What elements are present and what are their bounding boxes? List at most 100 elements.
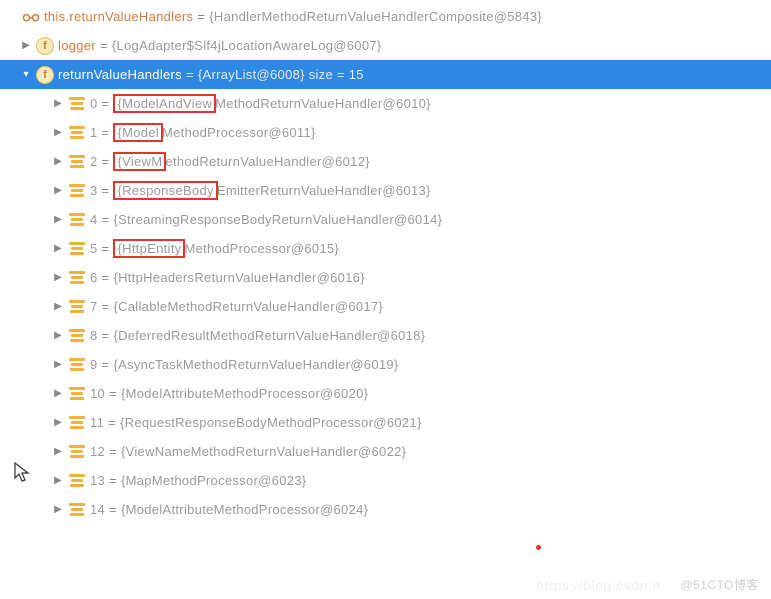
equals: = bbox=[108, 415, 116, 430]
highlighted-value-part: {ModelAndView bbox=[113, 94, 216, 113]
expand-arrow-icon[interactable]: ▶ bbox=[50, 504, 66, 515]
equals: = bbox=[102, 299, 110, 314]
expand-arrow-icon[interactable]: ▶ bbox=[50, 475, 66, 486]
tree-row-logger[interactable]: ▶ f logger = {LogAdapter$Slf4jLocationAw… bbox=[0, 31, 771, 60]
var-value: MethodProcessor@6011} bbox=[162, 125, 316, 140]
tree-row-item-11[interactable]: ▶11 = {RequestResponseBodyMethodProcesso… bbox=[0, 408, 771, 437]
tree-label: 8 = {DeferredResultMethodReturnValueHand… bbox=[90, 328, 425, 343]
tree-row-item-14[interactable]: ▶ 14 = {ModelAttributeMethodProcessor@602… bbox=[0, 495, 771, 524]
array-index: 11 bbox=[90, 415, 104, 430]
expand-arrow-icon[interactable]: ▶ bbox=[50, 156, 66, 167]
tree-row-item-9[interactable]: ▶ 9 = {AsyncTaskMethodReturnValueHandler@… bbox=[0, 350, 771, 379]
array-element-icon bbox=[68, 356, 86, 374]
tree-row-returnValueHandlers[interactable]: ▾ f returnValueHandlers = {ArrayList@600… bbox=[0, 60, 771, 89]
expand-arrow-icon[interactable]: ▶ bbox=[50, 417, 66, 428]
expand-arrow-icon[interactable]: ▶ bbox=[50, 330, 66, 341]
expand-arrow-icon[interactable]: ▶ bbox=[50, 272, 66, 283]
highlighted-value-part: {ViewM bbox=[113, 152, 166, 171]
array-index: 4 bbox=[90, 212, 98, 227]
tree-row-item-5[interactable]: ▶5 = {HttpEntityMethodProcessor@6015} bbox=[0, 234, 771, 263]
expand-arrow-icon[interactable]: ▶ bbox=[50, 214, 66, 225]
var-value: {ViewNameMethodReturnValueHandler@6022} bbox=[121, 444, 406, 459]
tree-row-item-0[interactable]: ▶ 0 = {ModelAndViewMethodReturnValueHandl… bbox=[0, 89, 771, 118]
equals: = bbox=[102, 212, 110, 227]
tree-label: 7 = {CallableMethodReturnValueHandler@60… bbox=[90, 299, 383, 314]
equals: = bbox=[102, 183, 110, 198]
tree-label: 3 = {ResponseBodyEmitterReturnValueHandl… bbox=[90, 181, 431, 200]
tree-label: 0 = {ModelAndViewMethodReturnValueHandle… bbox=[90, 94, 431, 113]
array-element-icon bbox=[68, 211, 86, 229]
expand-arrow-icon[interactable]: ▶ bbox=[50, 388, 66, 399]
field-icon: f bbox=[36, 66, 54, 84]
expand-arrow-icon[interactable]: ▶ bbox=[50, 185, 66, 196]
var-value: {ModelAttributeMethodProcessor@6020} bbox=[121, 386, 368, 401]
array-element-icon bbox=[68, 443, 86, 461]
field-icon: f bbox=[36, 37, 54, 55]
expand-arrow-icon[interactable]: ▶ bbox=[18, 40, 34, 51]
tree-row-item-12[interactable]: ▶ 12 = {ViewNameMethodReturnValueHandler@… bbox=[0, 437, 771, 466]
array-element-icon bbox=[68, 153, 86, 171]
var-value: {HandlerMethodReturnValueHandlerComposit… bbox=[209, 9, 542, 24]
var-value: {CallableMethodReturnValueHandler@6017} bbox=[113, 299, 383, 314]
tree-row-item-2[interactable]: ▶ 2 = {ViewMethodReturnValueHandler@6012} bbox=[0, 147, 771, 176]
tree-row-item-10[interactable]: ▶ 10 = {ModelAttributeMethodProcessor@602… bbox=[0, 379, 771, 408]
expand-arrow-icon[interactable]: ▶ bbox=[50, 243, 66, 254]
var-value: {StreamingResponseBodyReturnValueHandler… bbox=[113, 212, 442, 227]
var-value: EmitterReturnValueHandler@6013} bbox=[217, 183, 431, 198]
var-value: {MapMethodProcessor@6023} bbox=[121, 473, 306, 488]
array-element-icon bbox=[68, 472, 86, 490]
equals: = bbox=[102, 270, 110, 285]
red-dot bbox=[536, 545, 541, 550]
tree-label: 4 = {StreamingResponseBodyReturnValueHan… bbox=[90, 212, 442, 227]
tree-row-item-3[interactable]: ▶ 3 = {ResponseBodyEmitterReturnValueHand… bbox=[0, 176, 771, 205]
array-element-icon bbox=[68, 124, 86, 142]
array-index: 12 bbox=[90, 444, 105, 459]
expand-arrow-icon[interactable]: ▶ bbox=[50, 446, 66, 457]
tree-row-item-13[interactable]: ▶ 13 = {MapMethodProcessor@6023} bbox=[0, 466, 771, 495]
array-index: 13 bbox=[90, 473, 105, 488]
collapse-arrow-icon[interactable]: ▾ bbox=[18, 69, 34, 80]
expand-arrow-icon[interactable]: ▶ bbox=[50, 301, 66, 312]
array-index: 6 bbox=[90, 270, 98, 285]
tree-row-item-1[interactable]: ▶1 = {ModelMethodProcessor@6011} bbox=[0, 118, 771, 147]
array-index: 5 bbox=[90, 241, 98, 256]
equals: = bbox=[100, 38, 108, 53]
tree-row-item-8[interactable]: ▶ 8 = {DeferredResultMethodReturnValueHan… bbox=[0, 321, 771, 350]
tree-items-container: ▶ 0 = {ModelAndViewMethodReturnValueHandl… bbox=[0, 89, 771, 524]
tree-label: returnValueHandlers = {ArrayList@6008} s… bbox=[58, 67, 364, 82]
var-name: returnValueHandlers bbox=[69, 9, 193, 24]
expand-arrow-icon[interactable]: ▶ bbox=[50, 98, 66, 109]
equals: = bbox=[102, 357, 110, 372]
tree-label: logger = {LogAdapter$Slf4jLocationAwareL… bbox=[58, 38, 382, 53]
equals: = bbox=[109, 473, 117, 488]
expand-arrow-icon[interactable]: ▶ bbox=[50, 127, 66, 138]
tree-row-item-6[interactable]: ▶ 6 = {HttpHeadersReturnValueHandler@6016… bbox=[0, 263, 771, 292]
var-value: {ArrayList@6008} size = 15 bbox=[198, 67, 364, 82]
array-index: 3 bbox=[90, 183, 98, 198]
array-element-icon bbox=[68, 240, 86, 258]
expand-arrow-icon[interactable]: ▶ bbox=[50, 359, 66, 370]
var-value: {HttpHeadersReturnValueHandler@6016} bbox=[113, 270, 364, 285]
tree-row-item-4[interactable]: ▶ 4 = {StreamingResponseBodyReturnValueHa… bbox=[0, 205, 771, 234]
array-index: 14 bbox=[90, 502, 105, 517]
var-value: MethodProcessor@6015} bbox=[184, 241, 339, 256]
tree-label: 14 = {ModelAttributeMethodProcessor@6024… bbox=[90, 502, 368, 517]
equals: = bbox=[109, 386, 117, 401]
var-name: logger bbox=[58, 38, 96, 53]
array-index: 2 bbox=[90, 154, 98, 169]
equals: = bbox=[102, 241, 110, 256]
highlighted-value-part: {ResponseBody bbox=[113, 181, 217, 200]
tree-label: 10 = {ModelAttributeMethodProcessor@6020… bbox=[90, 386, 368, 401]
equals: = bbox=[109, 444, 117, 459]
var-value: {AsyncTaskMethodReturnValueHandler@6019} bbox=[113, 357, 398, 372]
array-index: 9 bbox=[90, 357, 98, 372]
tree-row-this-returnValueHandlers[interactable]: this.returnValueHandlers = {HandlerMetho… bbox=[0, 2, 771, 31]
equals: = bbox=[197, 9, 205, 24]
tree-label: 12 = {ViewNameMethodReturnValueHandler@6… bbox=[90, 444, 406, 459]
tree-label: 2 = {ViewMethodReturnValueHandler@6012} bbox=[90, 152, 370, 171]
array-element-icon bbox=[68, 414, 86, 432]
tree-label: 13 = {MapMethodProcessor@6023} bbox=[90, 473, 306, 488]
watermark-51cto: @51CTO博客 bbox=[680, 576, 759, 593]
tree-row-item-7[interactable]: ▶ 7 = {CallableMethodReturnValueHandler@6… bbox=[0, 292, 771, 321]
equals: = bbox=[109, 502, 117, 517]
